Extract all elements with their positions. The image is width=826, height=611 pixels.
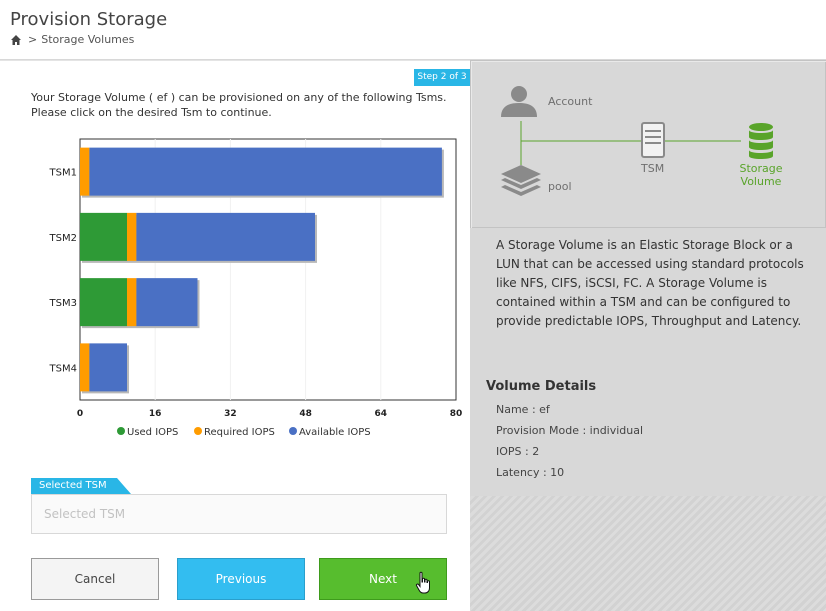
next-button-label: Next: [369, 572, 397, 586]
volume-detail-iops: IOPS : 2: [496, 445, 540, 458]
category-label: TSM4: [49, 363, 77, 374]
step-badge: Step 2 of 3: [414, 69, 470, 86]
provision-diagram: Account pool TSM Storage Volume: [470, 60, 826, 229]
wizard-panel: Step 2 of 3 Your Storage Volume ( ef ) c…: [0, 60, 470, 611]
iops-chart-svg: 0 16 32 48 64 80 TSM1 TSM2 TSM3 TSM4 Used IOPS Requ…: [49, 138, 463, 438]
bar-segment: [127, 212, 137, 261]
volume-detail-latency: Latency : 10: [496, 466, 565, 479]
page-header: Provision Storage > Storage Volumes: [0, 0, 826, 60]
bar-segment: [127, 278, 137, 327]
storage-volume-description: A Storage Volume is an Elastic Storage B…: [496, 238, 804, 328]
bar-segment: [89, 147, 442, 196]
bar-segment: [80, 212, 127, 261]
hand-cursor-icon: [415, 571, 430, 594]
breadcrumb: > Storage Volumes: [10, 33, 134, 46]
selected-tsm-input[interactable]: [31, 494, 447, 534]
bar-segment: [80, 343, 90, 392]
legend-marker: [194, 427, 202, 435]
diagram-label-storage-volume: Storage Volume: [739, 162, 783, 188]
breadcrumb-storage-volumes[interactable]: Storage Volumes: [41, 33, 134, 46]
diagram-label-pool: pool: [548, 180, 572, 193]
category-label: TSM3: [49, 298, 77, 309]
info-panel: Account pool TSM Storage Volume A Storag…: [470, 60, 826, 611]
next-button[interactable]: Next: [319, 558, 447, 600]
x-tick-label: 16: [149, 409, 162, 419]
legend-label: Required IOPS: [204, 427, 275, 438]
x-tick-label: 64: [375, 409, 388, 419]
tsm-server-icon: [641, 122, 665, 158]
diagram-label-tsm: TSM: [641, 162, 665, 175]
diagram-label-account: Account: [548, 95, 593, 108]
bar-segment: [136, 278, 198, 327]
home-icon[interactable]: [10, 34, 22, 46]
breadcrumb-separator: >: [28, 33, 38, 46]
x-tick-label: 0: [77, 409, 83, 419]
diagram-svg: [501, 86, 773, 196]
x-tick-label: 80: [450, 409, 463, 419]
account-icon: [501, 86, 537, 117]
cancel-button[interactable]: Cancel: [31, 558, 159, 600]
pool-layers-icon: [501, 165, 541, 196]
volume-detail-name: Name : ef: [496, 403, 550, 416]
selected-tsm-tab: Selected TSM: [31, 478, 131, 494]
legend-marker: [289, 427, 297, 435]
legend-marker: [117, 427, 125, 435]
legend-label: Used IOPS: [127, 427, 178, 438]
category-label: TSM1: [49, 168, 77, 179]
category-label: TSM2: [49, 233, 77, 244]
volume-detail-provision-mode: Provision Mode : individual: [496, 424, 644, 437]
iops-chart: 0 16 32 48 64 80 TSM1 TSM2 TSM3 TSM4 Used IOPS Requ…: [0, 138, 470, 468]
x-tick-label: 48: [299, 409, 312, 419]
selected-tsm-label: Selected TSM: [39, 480, 107, 491]
bar-segment: [80, 278, 127, 327]
volume-info: A Storage Volume is an Elastic Storage B…: [470, 228, 826, 496]
bar-segment: [136, 212, 315, 261]
storage-volume-database-icon: [749, 123, 773, 159]
previous-button[interactable]: Previous: [177, 558, 305, 600]
legend-label: Available IOPS: [299, 427, 371, 438]
x-tick-label: 32: [224, 409, 237, 419]
bar-segment: [80, 147, 90, 196]
intro-text: Your Storage Volume ( ef ) can be provis…: [31, 91, 447, 119]
page-title: Provision Storage: [10, 9, 168, 30]
volume-details-title: Volume Details: [486, 379, 597, 394]
bar-segment: [89, 343, 127, 392]
